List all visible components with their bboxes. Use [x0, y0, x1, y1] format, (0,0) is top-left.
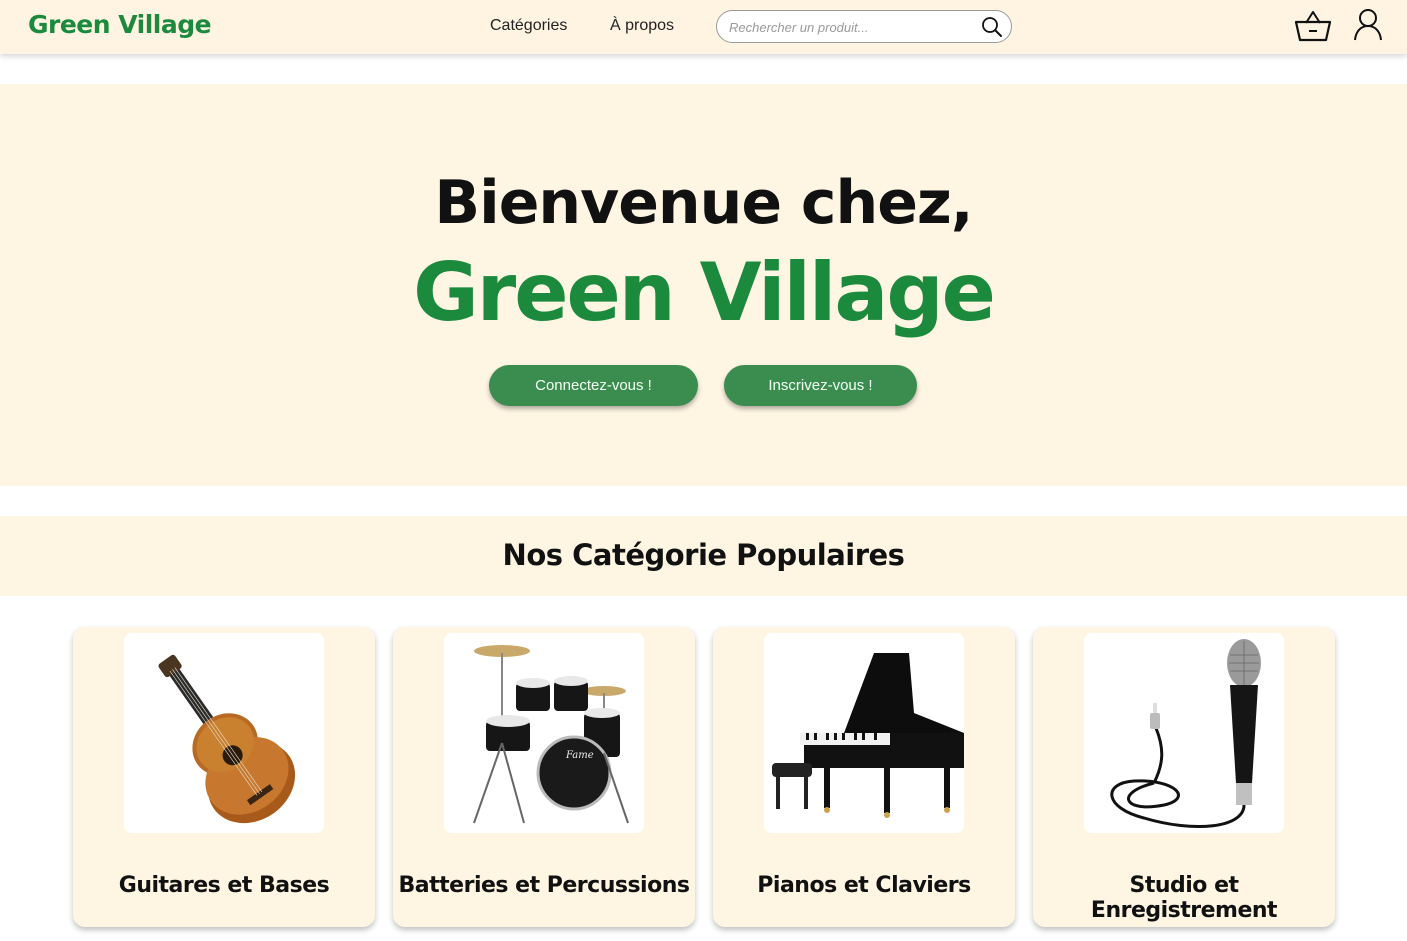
hero-welcome: Bienvenue chez, — [434, 168, 973, 238]
category-card-guitars[interactable]: Guitares et Bases — [73, 627, 375, 927]
signup-button[interactable]: Inscrivez-vous ! — [724, 365, 917, 406]
user-icon[interactable] — [1352, 8, 1384, 42]
hero-section: Bienvenue chez, Green Village Connectez-… — [0, 84, 1407, 486]
nav-link-about[interactable]: À propos — [610, 17, 674, 35]
category-card-pianos[interactable]: Pianos et Claviers — [713, 627, 1015, 927]
guitar-image — [124, 633, 324, 833]
navbar: Green Village Catégories À propos — [0, 0, 1407, 54]
brand-logo[interactable]: Green Village — [28, 10, 212, 39]
svg-text:Fame: Fame — [565, 750, 594, 761]
categories-title: Nos Catégorie Populaires — [502, 538, 905, 572]
category-label: Pianos et Claviers — [757, 873, 971, 898]
basket-icon[interactable] — [1294, 9, 1332, 43]
grand-piano-image — [764, 633, 964, 833]
search-bar — [716, 10, 1012, 43]
category-card-drums[interactable]: Fame Batteries et Percussions — [393, 627, 695, 927]
hero-brand: Green Village — [413, 246, 996, 339]
nav-link-categories[interactable]: Catégories — [490, 17, 567, 35]
category-label: Guitares et Bases — [118, 873, 330, 898]
category-label: Studio et Enregistrement — [1090, 873, 1278, 923]
microphone-image — [1084, 633, 1284, 833]
search-input[interactable] — [729, 18, 969, 36]
categories-header: Nos Catégorie Populaires — [0, 516, 1407, 596]
category-card-studio[interactable]: Studio et Enregistrement — [1033, 627, 1335, 927]
login-button[interactable]: Connectez-vous ! — [489, 365, 698, 406]
search-icon[interactable] — [981, 16, 1003, 38]
category-label: Batteries et Percussions — [398, 873, 690, 898]
drum-kit-image: Fame — [444, 633, 644, 833]
